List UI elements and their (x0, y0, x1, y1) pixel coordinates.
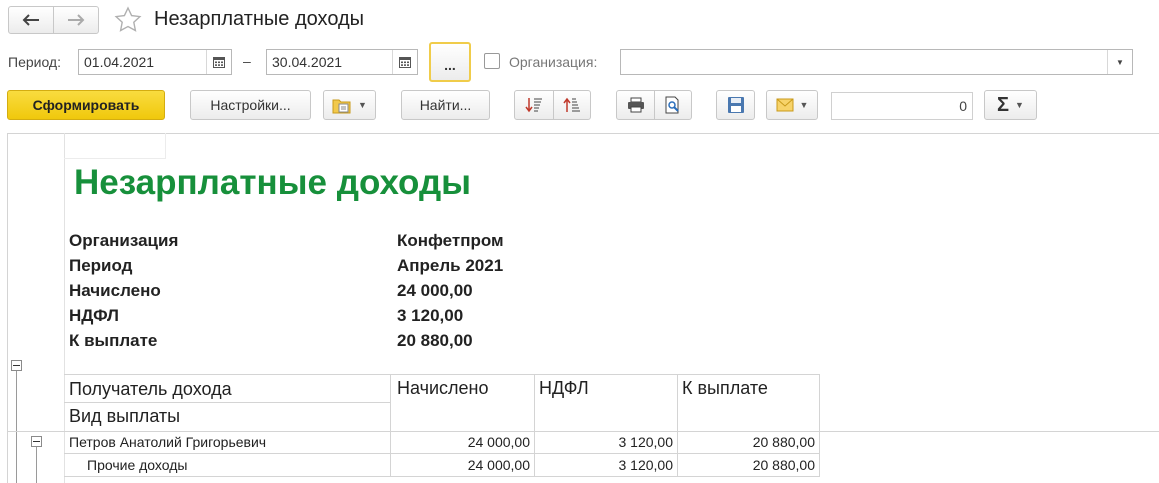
row-tree-line (36, 447, 37, 483)
forward-button[interactable] (53, 6, 99, 34)
group-tree-line (16, 371, 17, 483)
row-accrued: 24 000,00 (467, 434, 530, 450)
chevron-down-icon: ▼ (1015, 100, 1024, 110)
period-label: Период: (8, 54, 61, 70)
table-col-sep-1 (390, 374, 391, 476)
report-header-line (64, 158, 165, 159)
envelope-icon (776, 98, 794, 112)
chevron-down-icon: ▼ (358, 100, 367, 110)
column-header-recipient: Получатель дохода (69, 379, 232, 399)
organization-field[interactable]: ▼ (620, 49, 1133, 75)
table-header-top (64, 374, 820, 375)
sort-asc-button[interactable] (553, 90, 591, 120)
info-value-to-pay: 20 880,00 (397, 331, 473, 350)
report-top-border (7, 133, 1159, 134)
find-button[interactable]: Найти... (401, 90, 490, 120)
print-preview-button[interactable] (654, 90, 692, 120)
table-row-line-1 (7, 431, 1159, 432)
row-to-pay: 20 880,00 (752, 457, 815, 473)
row-payment-type: Прочие доходы (87, 457, 188, 473)
row-accrued: 24 000,00 (467, 457, 530, 473)
date-to-value: 30.04.2021 (272, 54, 343, 70)
sum-field: 0 (831, 92, 973, 120)
save-button[interactable] (716, 90, 755, 120)
period-dash: – (243, 53, 251, 69)
sort-descending-icon (525, 98, 542, 113)
column-header-accrued: Начислено (397, 378, 489, 398)
dropdown-icon[interactable]: ▼ (1107, 50, 1132, 74)
row-to-pay: 20 880,00 (752, 434, 815, 450)
table-row-line-2 (64, 453, 820, 454)
chevron-down-icon: ▼ (799, 100, 809, 110)
table-row-line-3 (64, 476, 820, 477)
collapse-group-toggle[interactable] (11, 360, 22, 371)
info-label-period: Период (69, 256, 133, 275)
row-ndfl: 3 120,00 (618, 457, 674, 473)
sigma-icon: Σ (997, 93, 1010, 116)
date-from-value: 01.04.2021 (84, 54, 155, 70)
row-ndfl: 3 120,00 (618, 434, 674, 450)
info-label-ndfl: НДФЛ (69, 306, 119, 325)
variants-button[interactable]: ▼ (323, 90, 376, 120)
floppy-disk-icon (727, 97, 744, 113)
column-header-ndfl: НДФЛ (539, 378, 589, 398)
sum-value: 0 (959, 98, 967, 114)
column-header-payment-type: Вид выплаты (69, 406, 181, 426)
date-from-field[interactable]: 01.04.2021 (78, 49, 232, 75)
calendar-icon[interactable] (392, 50, 417, 74)
row-recipient-name: Петров Анатолий Григорьевич (69, 434, 267, 450)
info-value-accrued: 24 000,00 (397, 281, 473, 300)
info-value-organization: Конфетпром (397, 231, 504, 250)
report-header-line-v (165, 133, 166, 159)
print-button[interactable] (616, 90, 655, 120)
sort-ascending-icon (563, 97, 580, 112)
info-label-organization: Организация (69, 231, 179, 250)
table-col-sep-2 (534, 374, 535, 476)
back-button[interactable] (8, 6, 54, 34)
organization-label: Организация: (509, 54, 598, 70)
period-select-button[interactable]: ... (429, 42, 471, 82)
sort-desc-button[interactable] (514, 90, 554, 120)
column-header-to-pay: К выплате (682, 378, 768, 398)
arrow-left-icon (22, 14, 39, 26)
date-to-field[interactable]: 30.04.2021 (266, 49, 418, 75)
calendar-icon[interactable] (206, 50, 231, 74)
arrow-right-icon (68, 14, 85, 26)
printer-icon (627, 97, 644, 113)
table-header-mid (64, 402, 390, 403)
send-email-button[interactable]: ▼ (766, 90, 818, 120)
report-title: Незарплатные доходы (74, 163, 472, 202)
report-variants-icon (332, 99, 351, 114)
sum-mode-button[interactable]: Σ ▼ (984, 90, 1037, 120)
generate-button[interactable]: Сформировать (7, 90, 165, 120)
window-title: Незарплатные доходы (154, 8, 365, 30)
settings-button[interactable]: Настройки... (190, 90, 311, 120)
table-col-sep-3 (677, 374, 678, 476)
table-col-sep-4 (819, 374, 820, 476)
info-value-ndfl: 3 120,00 (397, 306, 464, 325)
info-label-accrued: Начислено (69, 281, 161, 300)
organization-checkbox[interactable] (484, 53, 500, 69)
favorite-star-icon[interactable] (113, 5, 143, 38)
info-value-period: Апрель 2021 (397, 256, 504, 275)
collapse-row-toggle[interactable] (31, 436, 42, 447)
info-label-to-pay: К выплате (69, 331, 158, 350)
print-preview-icon (665, 96, 679, 114)
